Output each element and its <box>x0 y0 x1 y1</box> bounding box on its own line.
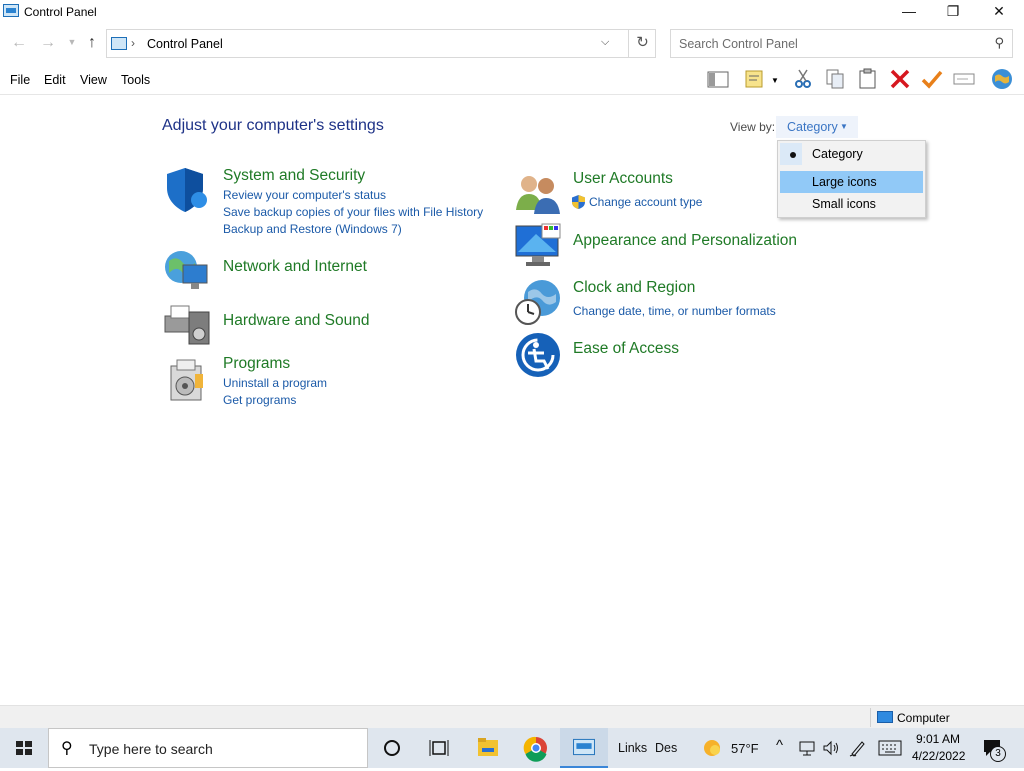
network-icon[interactable] <box>798 739 816 757</box>
restore-button[interactable]: ❐ <box>930 0 976 24</box>
control-panel-location-icon <box>111 37 127 50</box>
control-panel-taskbar-button[interactable] <box>560 728 608 768</box>
appearance-monitor-icon[interactable] <box>514 222 562 270</box>
globe-icon[interactable] <box>990 68 1014 90</box>
category-ease-of-access[interactable]: Ease of Access <box>573 340 679 358</box>
task-view-icon[interactable] <box>416 728 464 768</box>
category-programs[interactable]: Programs <box>223 355 290 373</box>
cortana-icon[interactable] <box>368 728 416 768</box>
properties-icon[interactable] <box>743 68 767 90</box>
status-bar: Computer <box>0 705 1024 728</box>
menu-tools[interactable]: Tools <box>121 73 150 87</box>
menu-item-large-icons[interactable]: Large icons <box>780 171 923 193</box>
link-change-account-type[interactable]: Change account type <box>589 195 702 209</box>
category-hardware-sound[interactable]: Hardware and Sound <box>223 312 370 330</box>
chrome-icon[interactable] <box>512 728 560 768</box>
minimize-button[interactable]: — <box>886 0 932 24</box>
programs-box-icon[interactable] <box>163 356 211 404</box>
clock-date[interactable]: 4/22/2022 <box>912 749 965 763</box>
view-by-value: Category <box>787 120 838 134</box>
file-explorer-icon[interactable] <box>464 728 512 768</box>
up-arrow-icon[interactable]: ↑ <box>82 34 102 52</box>
volume-icon[interactable] <box>822 739 840 757</box>
menu-bar: File Edit View Tools ▼ <box>0 63 1024 95</box>
page-title: Adjust your computer's settings <box>162 117 384 134</box>
notification-count-badge: 3 <box>990 746 1006 762</box>
category-user-accounts[interactable]: User Accounts <box>573 170 673 188</box>
menu-file[interactable]: File <box>10 73 30 87</box>
clock-globe-icon[interactable] <box>514 278 562 326</box>
dropdown-arrow-icon: ▼ <box>840 122 848 131</box>
menu-view[interactable]: View <box>80 73 107 87</box>
weather-sun-icon[interactable] <box>702 738 722 758</box>
title-bar: Control Panel — ❐ ✕ <box>0 0 1024 24</box>
category-system-security[interactable]: System and Security <box>223 167 365 185</box>
pen-icon[interactable] <box>848 738 868 758</box>
ease-of-access-icon[interactable] <box>514 331 562 379</box>
menu-item-small-icons[interactable]: Small icons <box>780 193 923 215</box>
close-button[interactable]: ✕ <box>976 0 1022 24</box>
radio-bullet-icon <box>790 152 796 158</box>
breadcrumb-separator[interactable]: › <box>131 36 135 50</box>
windows-start-icon[interactable] <box>0 728 48 768</box>
link-date-time-formats[interactable]: Change date, time, or number formats <box>573 304 776 318</box>
view-by-menu: Category Large icons Small icons <box>777 140 926 218</box>
category-appearance-personalization[interactable]: Appearance and Personalization <box>573 232 797 250</box>
properties-dropdown-chevron-icon[interactable]: ▼ <box>771 76 783 98</box>
forward-arrow-icon[interactable]: → <box>38 34 58 52</box>
status-location: Computer <box>897 711 950 725</box>
view-by-dropdown[interactable]: Category ▼ <box>776 116 858 138</box>
cut-icon[interactable] <box>791 68 815 90</box>
taskbar-search-input[interactable]: ⚲ Type here to search <box>48 728 368 768</box>
search-input[interactable]: Search Control Panel ⚲ <box>670 29 1013 58</box>
link-backup-restore[interactable]: Backup and Restore (Windows 7) <box>223 222 402 236</box>
refresh-icon[interactable]: ↻ <box>628 30 656 57</box>
uac-shield-icon <box>572 195 585 209</box>
computer-icon <box>877 711 893 723</box>
search-icon: ⚲ <box>61 740 73 757</box>
weather-temperature[interactable]: 57°F <box>731 741 759 756</box>
control-panel-taskbar-icon <box>573 738 595 756</box>
clock-time[interactable]: 9:01 AM <box>916 732 960 746</box>
printer-speaker-icon[interactable] <box>163 300 211 348</box>
link-get-programs[interactable]: Get programs <box>223 393 296 407</box>
back-arrow-icon[interactable]: ← <box>9 34 29 52</box>
category-clock-region[interactable]: Clock and Region <box>573 279 695 297</box>
paste-icon[interactable] <box>856 68 880 90</box>
navigation-bar: ← → ▼ ↑ › Control Panel ⌵ ↻ Search Contr… <box>0 26 1024 60</box>
window-title: Control Panel <box>24 5 97 19</box>
links-toolbar[interactable]: Links <box>618 741 647 755</box>
taskbar-search-placeholder: Type here to search <box>89 741 213 757</box>
address-dropdown-chevron-icon[interactable]: ⌵ <box>601 36 609 49</box>
checkmark-icon[interactable] <box>920 68 944 90</box>
shield-icon[interactable] <box>163 166 211 214</box>
delete-icon[interactable] <box>888 68 912 90</box>
layout-pane-icon[interactable] <box>706 68 730 90</box>
users-icon[interactable] <box>514 170 562 218</box>
menu-item-category[interactable]: Category <box>780 143 923 165</box>
desktop-toolbar[interactable]: Des <box>655 741 677 755</box>
recent-locations-chevron-icon[interactable]: ▼ <box>62 37 82 47</box>
breadcrumb-control-panel[interactable]: Control Panel <box>147 37 223 51</box>
network-globe-icon[interactable] <box>163 247 211 295</box>
rename-icon[interactable] <box>952 68 976 90</box>
view-by-label: View by: <box>730 120 776 134</box>
link-file-history[interactable]: Save backup copies of your files with Fi… <box>223 205 483 219</box>
link-uninstall-program[interactable]: Uninstall a program <box>223 376 327 390</box>
category-network-internet[interactable]: Network and Internet <box>223 258 367 276</box>
address-bar[interactable]: › Control Panel ⌵ ↻ <box>106 29 656 58</box>
show-hidden-icons-chevron-icon[interactable]: ^ <box>776 737 783 754</box>
search-placeholder: Search Control Panel <box>679 37 798 51</box>
search-icon[interactable]: ⚲ <box>994 35 1004 51</box>
link-review-status[interactable]: Review your computer's status <box>223 188 386 202</box>
touch-keyboard-icon[interactable] <box>878 740 902 756</box>
taskbar: ⚲ Type here to search Links Des 57°F ^ 9… <box>0 728 1024 768</box>
control-panel-icon <box>3 4 19 17</box>
copy-icon[interactable] <box>823 68 847 90</box>
menu-edit[interactable]: Edit <box>44 73 66 87</box>
